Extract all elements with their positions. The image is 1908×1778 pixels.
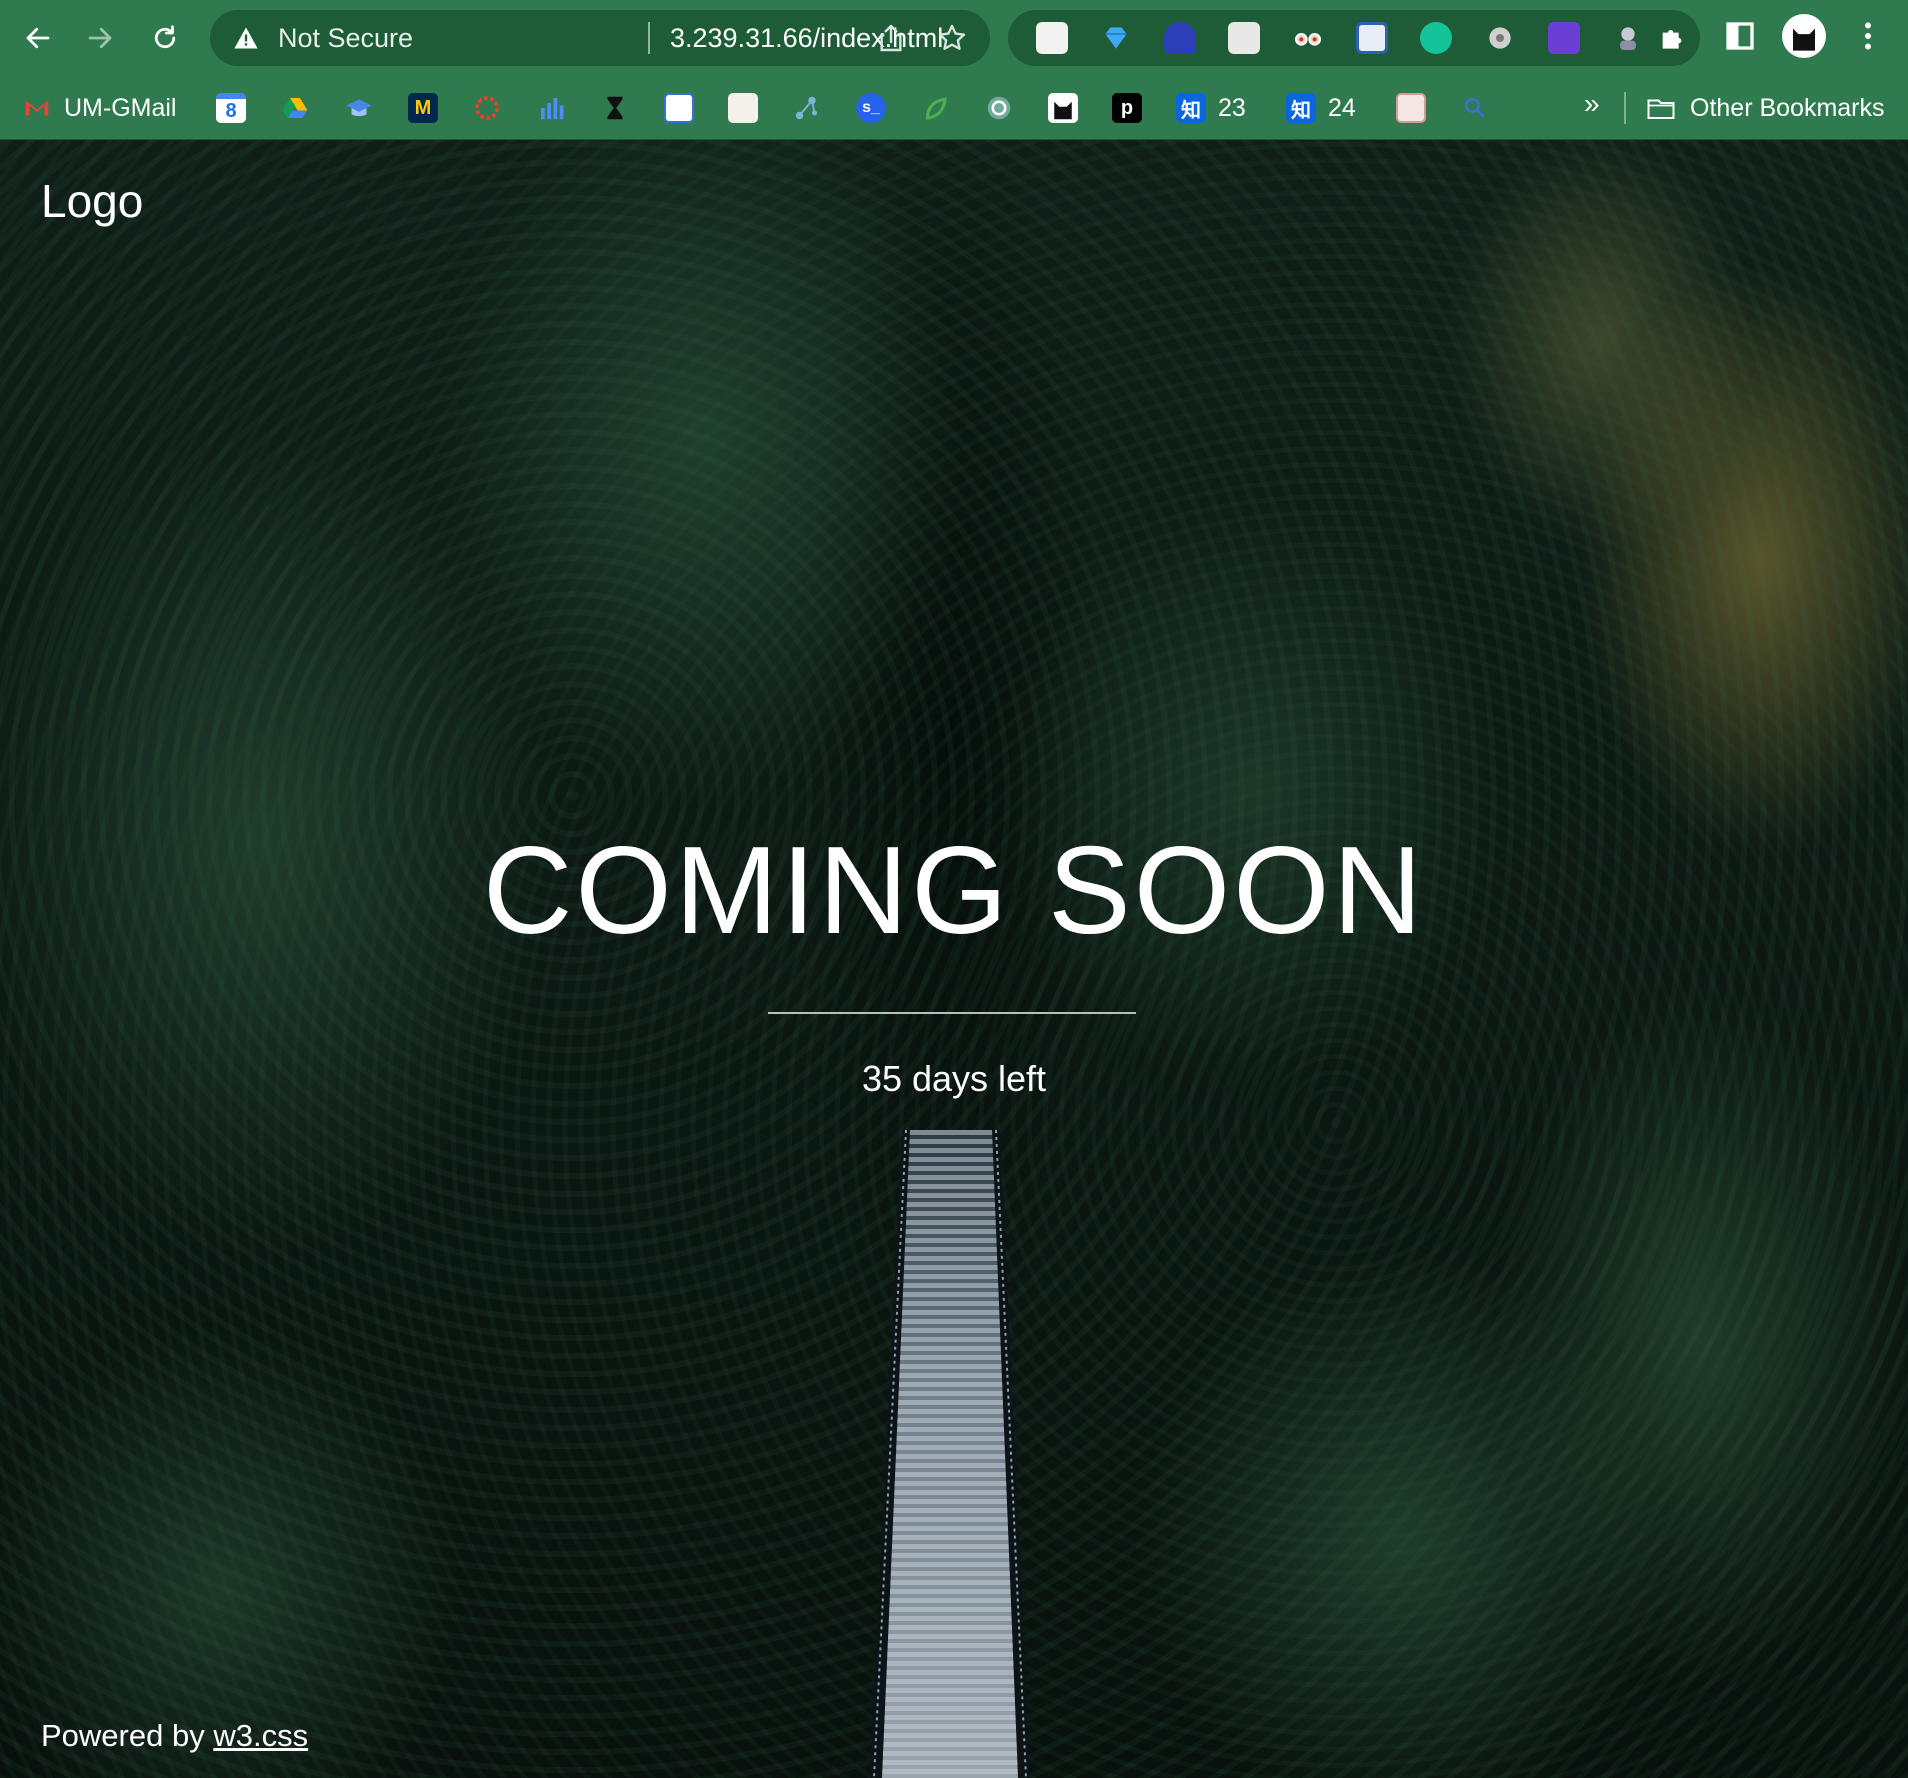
reload-icon xyxy=(154,25,176,49)
pattern-icon xyxy=(1396,93,1426,123)
suspension-bridge-image xyxy=(870,1130,1030,1778)
page-background: Logo COMING SOON 35 days left Powered by… xyxy=(0,140,1908,1778)
back-arrow-icon xyxy=(26,27,50,49)
asterisk-icon xyxy=(475,96,499,120)
back-button[interactable] xyxy=(14,14,62,62)
graph-icon xyxy=(795,96,817,120)
gear-icon[interactable] xyxy=(1484,22,1516,54)
search-icon xyxy=(1465,98,1485,118)
glasses-icon[interactable] xyxy=(1292,22,1324,54)
bookmark-leaf[interactable] xyxy=(920,90,950,126)
bookmark-label: 24 xyxy=(1328,93,1356,122)
countdown-text: 35 days left xyxy=(861,1058,1047,1099)
bookmark-um-gmail[interactable]: UM-GMail xyxy=(22,90,177,126)
bookmark-michigan[interactable]: M xyxy=(408,90,438,126)
bookmark-bar-chart[interactable] xyxy=(536,90,566,126)
folder-icon xyxy=(1647,99,1675,119)
forward-button[interactable] xyxy=(76,14,124,62)
astronaut-icon[interactable] xyxy=(1612,22,1644,54)
browser-toolbar: Not Secure 3.239.31.66/index.html xyxy=(0,0,1908,76)
side-panel-icon[interactable] xyxy=(1722,18,1758,54)
bookmark-drive[interactable] xyxy=(280,90,310,126)
bookmark-search[interactable] xyxy=(1460,90,1490,126)
leaf-icon xyxy=(925,97,947,120)
footer-prefix: Powered by xyxy=(41,1718,214,1753)
p-icon: p xyxy=(1112,93,1142,123)
bookmark-pattern[interactable] xyxy=(1396,90,1426,126)
calendar-icon: 8 xyxy=(216,93,246,123)
address-separator xyxy=(648,22,650,54)
bookmarks-divider xyxy=(1624,92,1626,124)
bookmark-sketch[interactable] xyxy=(728,90,758,126)
openai-icon xyxy=(987,96,1011,120)
cat-icon xyxy=(1048,93,1078,123)
drive-icon xyxy=(282,98,308,118)
grammarly-icon[interactable] xyxy=(1420,22,1452,54)
gmail-icon xyxy=(25,100,49,116)
footer: Powered by w3.css xyxy=(41,1718,308,1754)
profile-avatar[interactable] xyxy=(1782,14,1826,58)
bookmark-label: UM-GMail xyxy=(64,93,177,122)
bookmark-barcode[interactable] xyxy=(664,90,694,126)
reload-button[interactable] xyxy=(141,14,189,62)
bookmark-s-terminal[interactable]: s_ xyxy=(856,90,886,126)
diamond-icon[interactable] xyxy=(1100,22,1132,54)
site-logo[interactable]: Logo xyxy=(41,174,143,228)
zhihu-icon: 知 xyxy=(1286,93,1316,123)
bookmark-hourglass[interactable] xyxy=(600,90,630,126)
coming-soon-headline: COMING SOON xyxy=(482,822,1426,960)
hourglass-icon xyxy=(607,96,623,120)
s-terminal-icon: s_ xyxy=(856,93,886,123)
bookmark-calendar[interactable]: 8 xyxy=(216,90,246,126)
bookmark-graduation[interactable] xyxy=(344,90,374,126)
readwise-icon[interactable] xyxy=(1036,22,1068,54)
document-icon[interactable] xyxy=(1228,22,1260,54)
browser-chrome: Not Secure 3.239.31.66/index.html UM-GMa… xyxy=(0,0,1908,140)
other-bookmarks-button[interactable]: Other Bookmarks xyxy=(1644,90,1885,126)
bookmark-openai[interactable] xyxy=(984,90,1014,126)
sketch-icon xyxy=(728,93,758,123)
bookmark-cat[interactable] xyxy=(1048,90,1078,126)
graduation-cap-icon xyxy=(346,99,372,117)
extensions-area xyxy=(1008,10,1700,66)
barcode-icon xyxy=(664,93,694,123)
address-bar[interactable]: Not Secure 3.239.31.66/index.html xyxy=(210,10,990,66)
bookmark-asterisk[interactable] xyxy=(472,90,502,126)
w3css-link[interactable]: w3.css xyxy=(213,1718,308,1753)
menu-dots-icon[interactable] xyxy=(1850,18,1886,54)
bookmarks-bar: UM-GMail 8 M s_ p 知 23 知 24 » Other Book… xyxy=(0,76,1908,140)
security-label[interactable]: Not Secure xyxy=(278,23,413,54)
ghost-icon[interactable] xyxy=(1164,22,1196,54)
bar-chart-icon xyxy=(541,98,564,120)
bookmark-star-icon[interactable] xyxy=(936,22,968,54)
share-icon[interactable] xyxy=(875,22,907,54)
bookmark-graph[interactable] xyxy=(792,90,822,126)
warning-icon[interactable] xyxy=(232,24,260,52)
bookmark-zhihu-23[interactable]: 知 23 xyxy=(1176,90,1246,126)
zhihu-icon: 知 xyxy=(1176,93,1206,123)
bookmark-zhihu-24[interactable]: 知 24 xyxy=(1286,90,1356,126)
bookmark-label: 23 xyxy=(1218,93,1246,122)
puzzle-icon[interactable] xyxy=(1656,22,1688,54)
notes-icon[interactable] xyxy=(1548,22,1580,54)
cat-avatar-icon xyxy=(1793,28,1815,51)
forward-arrow-icon xyxy=(88,27,112,49)
other-bookmarks-label: Other Bookmarks xyxy=(1690,93,1885,122)
bookmarks-overflow-button[interactable]: » xyxy=(1584,88,1600,120)
michigan-icon: M xyxy=(408,93,438,123)
bookmark-p[interactable]: p xyxy=(1112,90,1142,126)
headline-divider xyxy=(768,1012,1136,1014)
card-icon[interactable] xyxy=(1356,22,1388,54)
